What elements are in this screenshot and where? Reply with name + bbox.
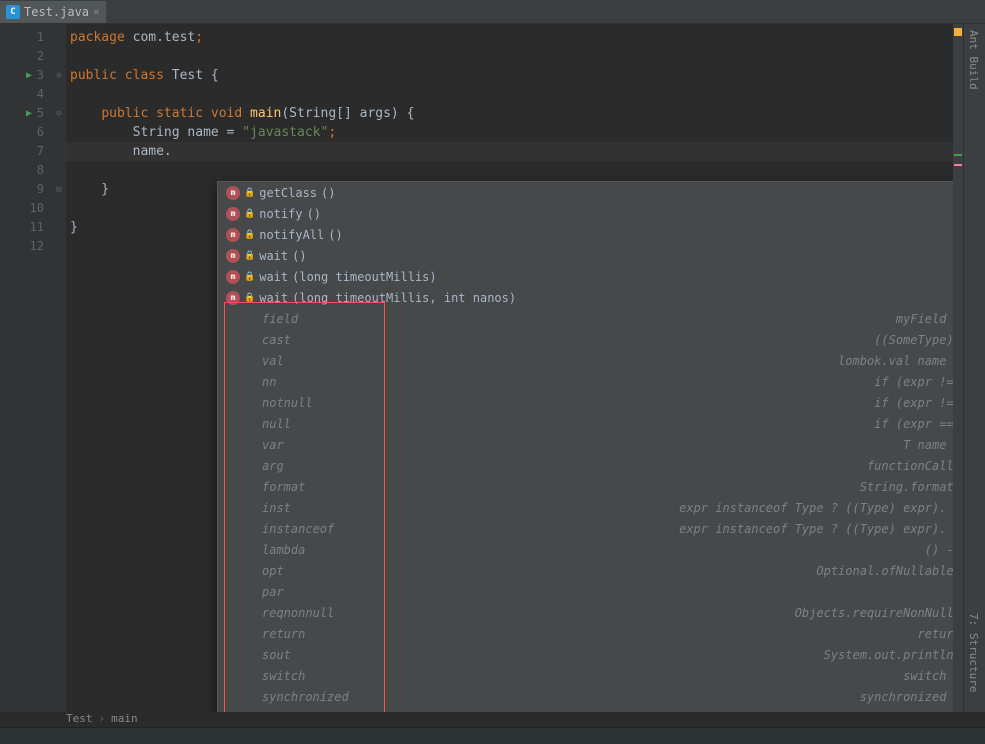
method-icon: m xyxy=(226,249,240,263)
completion-item-template[interactable]: lambda() -> expr xyxy=(218,539,953,560)
java-class-icon: C xyxy=(6,5,20,19)
completion-item-template[interactable]: fieldmyField = expr xyxy=(218,308,953,329)
line-number: 11 xyxy=(0,218,52,237)
fold-end[interactable]: ⊟ xyxy=(52,180,66,199)
line-number: ▶3 xyxy=(0,66,52,85)
completion-item-template[interactable]: soutSystem.out.println(expr) xyxy=(218,644,953,665)
line-number: 1 xyxy=(0,28,52,47)
method-icon: m xyxy=(226,270,240,284)
lock-icon: 🔒 xyxy=(244,293,255,303)
completion-item-template[interactable]: par(expr) xyxy=(218,581,953,602)
breadcrumb-item[interactable]: main xyxy=(111,712,138,725)
lock-icon: 🔒 xyxy=(244,230,255,240)
completion-item-method[interactable]: m🔒wait(long timeoutMillis, int nanos)voi… xyxy=(218,287,953,308)
completion-item-method[interactable]: m🔒wait(long timeoutMillis)void xyxy=(218,266,953,287)
method-icon: m xyxy=(226,228,240,242)
marker-error[interactable] xyxy=(954,164,962,166)
chevron-right-icon: › xyxy=(99,712,106,725)
completion-item-template[interactable]: nnif (expr != null) xyxy=(218,371,953,392)
completion-item-method[interactable]: m🔒notifyAll()void xyxy=(218,224,953,245)
structure-tool[interactable]: 7: Structure xyxy=(967,613,980,692)
completion-item-template[interactable]: instanceofexpr instanceof Type ? ((Type)… xyxy=(218,518,953,539)
right-tool-bar: Ant Build 7: Structure xyxy=(963,24,985,712)
line-number: 9 xyxy=(0,180,52,199)
fold-gutter: ⊖ ⊖ ⊟ xyxy=(52,24,66,712)
lock-icon: 🔒 xyxy=(244,272,255,282)
line-number: 4 xyxy=(0,85,52,104)
line-number: ▶5 xyxy=(0,104,52,123)
completion-item-template[interactable]: varT name = expr xyxy=(218,434,953,455)
method-icon: m xyxy=(226,186,240,200)
completion-item-template[interactable]: synchronizedsynchronized (expr) xyxy=(218,686,953,707)
run-gutter-icon[interactable]: ▶ xyxy=(26,66,32,85)
editor-area: 1 2 ▶3 4 ▶5 6 7 8 9 10 11 12 ⊖ ⊖ ⊟ packa… xyxy=(0,24,985,712)
completion-item-template[interactable]: vallombok.val name = expr xyxy=(218,350,953,371)
marker-change[interactable] xyxy=(954,154,962,156)
completion-item-template[interactable]: argfunctionCall(expr) xyxy=(218,455,953,476)
run-gutter-icon[interactable]: ▶ xyxy=(26,104,32,123)
method-icon: m xyxy=(226,207,240,221)
breadcrumb[interactable]: Test › main xyxy=(66,709,138,727)
completion-item-template[interactable]: formatString.format(expr) xyxy=(218,476,953,497)
completion-item-method[interactable]: m🔒notify()void xyxy=(218,203,953,224)
completion-item-template[interactable]: cast((SomeType) expr) xyxy=(218,329,953,350)
code-editor[interactable]: package com.test; public class Test { pu… xyxy=(66,24,953,712)
completion-item-template[interactable]: optOptional.ofNullable(expr) xyxy=(218,560,953,581)
close-icon[interactable]: × xyxy=(93,5,100,18)
line-number: 12 xyxy=(0,237,52,256)
completion-item-method[interactable]: m🔒wait()void xyxy=(218,245,953,266)
completion-item-method[interactable]: m🔒getClass()Class xyxy=(218,182,953,203)
lock-icon: 🔒 xyxy=(244,188,255,198)
completion-item-template[interactable]: returnreturn expr xyxy=(218,623,953,644)
line-number: 7 xyxy=(0,142,52,161)
error-stripe[interactable] xyxy=(953,24,963,712)
completion-item-template[interactable]: instexpr instanceof Type ? ((Type) expr)… xyxy=(218,497,953,518)
line-number: 8 xyxy=(0,161,52,180)
lock-icon: 🔒 xyxy=(244,209,255,219)
completion-item-template[interactable]: switchswitch (expr) xyxy=(218,665,953,686)
gutter: 1 2 ▶3 4 ▶5 6 7 8 9 10 11 12 xyxy=(0,24,52,712)
tab-label: Test.java xyxy=(24,5,89,19)
completion-item-template[interactable]: trytry { exp } catch(Exception e) xyxy=(218,707,953,712)
line-number: 10 xyxy=(0,199,52,218)
lock-icon: 🔒 xyxy=(244,251,255,261)
line-number: 6 xyxy=(0,123,52,142)
breadcrumb-item[interactable]: Test xyxy=(66,712,93,725)
fold-toggle[interactable]: ⊖ xyxy=(52,66,66,85)
fold-toggle[interactable]: ⊖ xyxy=(52,104,66,123)
code-completion-popup: m🔒getClass()Classm🔒notify()voidm🔒notifyA… xyxy=(217,181,953,712)
tab-bar: C Test.java × xyxy=(0,0,985,24)
status-bar xyxy=(0,727,985,744)
line-number: 2 xyxy=(0,47,52,66)
completion-item-template[interactable]: nullif (expr == null) xyxy=(218,413,953,434)
completion-item-template[interactable]: reqnonnullObjects.requireNonNull(expr) xyxy=(218,602,953,623)
ant-build-tool[interactable]: Ant Build xyxy=(967,30,980,90)
method-icon: m xyxy=(226,291,240,305)
editor-tab[interactable]: C Test.java × xyxy=(0,1,106,23)
completion-item-template[interactable]: notnullif (expr != null) xyxy=(218,392,953,413)
analysis-warning-icon[interactable] xyxy=(954,28,962,36)
